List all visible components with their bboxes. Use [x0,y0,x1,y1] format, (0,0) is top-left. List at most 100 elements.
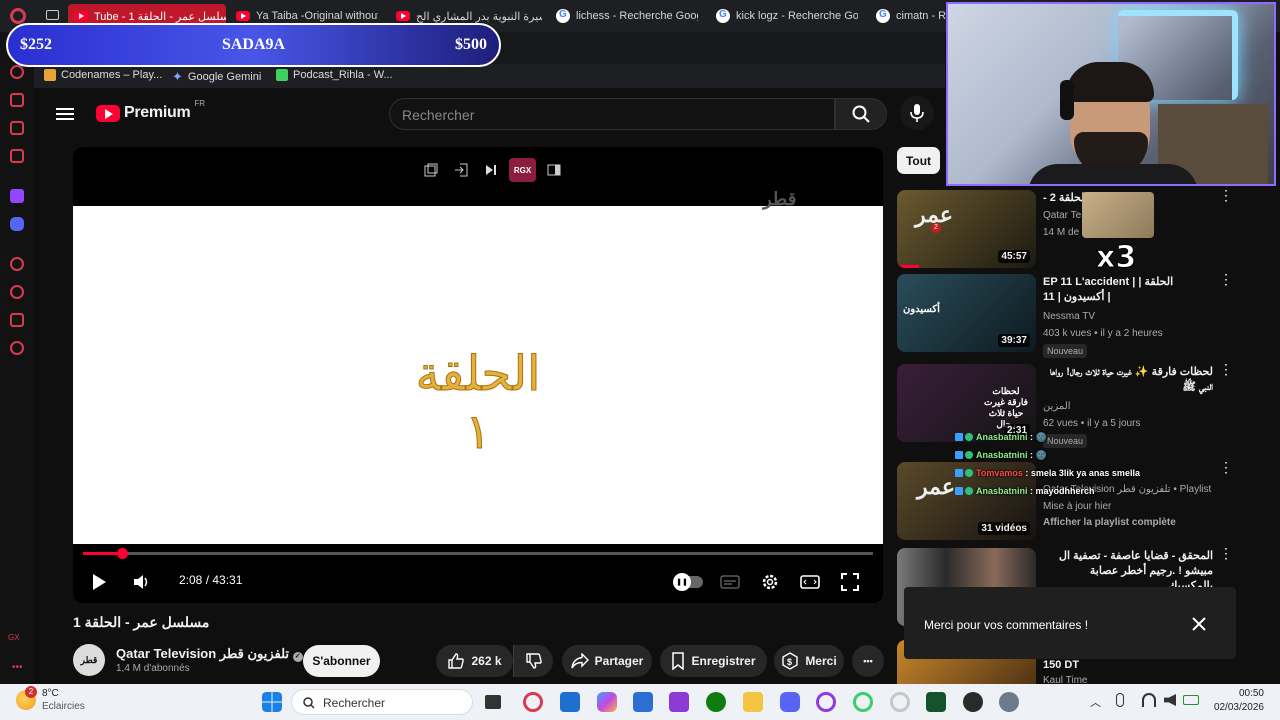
opera-taskbar-icon[interactable] [816,692,836,712]
search-icon [303,697,315,709]
exit-icon[interactable] [449,158,473,182]
tray-chevron-icon[interactable]: ︿ [1090,694,1101,710]
voice-search-button[interactable] [900,96,934,130]
discord-taskbar-icon[interactable] [780,692,800,712]
skip-icon[interactable] [479,158,503,182]
opera-gx-taskbar-icon[interactable] [523,692,543,712]
gear-icon [762,574,778,590]
bookmark-gemini[interactable]: ✦ Google Gemini [172,69,261,85]
obs-icon[interactable] [963,692,983,712]
subscribe-button[interactable]: S'abonner [303,645,380,677]
volume-button[interactable] [129,570,153,594]
discord-icon[interactable] [10,217,24,231]
volume-tray-icon[interactable] [1164,694,1176,706]
sidebar-player-icon[interactable] [10,257,24,271]
verified-icon: ✓ [292,652,303,662]
file-explorer-icon[interactable] [743,692,763,712]
settings-icon[interactable] [10,341,24,355]
twitch-icon[interactable] [10,189,24,203]
store-icon[interactable] [633,692,653,712]
sidebar-gx-control-icon[interactable] [10,93,24,107]
video-thumbnail[interactable]: لحظات فارقة غيرت حياة ثلاث رجال 2:31 [897,364,1036,442]
opera-gray-icon[interactable] [890,692,910,712]
sidebar-gx-corner-icon[interactable] [10,121,24,135]
search-input[interactable]: Rechercher [389,98,835,130]
settings-button[interactable] [758,570,782,594]
sidebar-more-icon[interactable]: ••• [12,662,23,673]
settings-taskbar-icon[interactable] [999,692,1019,712]
sidebar-messenger-icon[interactable] [10,149,24,163]
vpn-icon[interactable] [669,692,689,712]
volume-icon [134,575,148,589]
play-button[interactable] [87,570,111,594]
opera-green-icon[interactable] [853,692,873,712]
stream-goal-bar: $252 SADA9A $500 [6,23,501,67]
feedback-toast: Merci pour vos commentaires ! [904,587,1236,659]
save-button[interactable]: Enregistrer [660,645,767,677]
autoplay-toggle[interactable]: ❚❚ [671,570,705,594]
tab-label: lichess - Recherche Goog [576,10,698,22]
video-thumbnail[interactable]: عمر 2 45:57 [897,190,1036,268]
opera-logo-icon[interactable] [10,8,26,24]
search-button[interactable] [835,98,887,130]
xbox-icon[interactable] [706,692,726,712]
thanks-button[interactable]: $ Merci [774,645,844,677]
tab-manager-icon[interactable] [46,10,59,20]
share-button[interactable]: Partager [562,645,652,677]
channel-name[interactable]: Qatar Television تلفزيون قطر ✓ [116,646,303,662]
photos-icon[interactable] [560,692,580,712]
opera-gx-label: GX [8,633,20,642]
video-thumbnail[interactable]: أكسيدون 39:37 [897,274,1036,352]
close-toast-button[interactable] [1190,615,1208,633]
wifi-icon[interactable] [1142,693,1156,707]
progress-bar[interactable] [83,548,873,559]
dislike-button[interactable] [513,645,553,677]
taskbar-search[interactable]: Rechercher [291,689,473,715]
bookmark-codenames[interactable]: Codenames – Play... [44,69,162,81]
view-full-playlist-link[interactable]: Afficher la playlist complète [1043,517,1176,528]
popout-icon[interactable] [419,158,443,182]
terminal-icon[interactable] [926,692,946,712]
more-options-icon[interactable]: ⋮ [1219,188,1233,202]
progress-scrubber[interactable] [116,548,128,559]
recommendation-item[interactable]: أكسيدون 39:37 EP 11 L'accident | الحلقة … [897,272,1280,358]
copilot-icon[interactable] [597,692,617,712]
more-options-icon[interactable]: ⋮ [1219,362,1233,376]
windows-start-icon[interactable] [262,692,282,712]
like-button[interactable]: 262 k [436,645,513,677]
youtube-premium-logo[interactable]: Premium FR [96,99,205,122]
codenames-icon [44,69,56,81]
more-options-icon[interactable]: ⋮ [1219,546,1233,560]
more-options-icon[interactable]: ⋮ [1219,272,1233,286]
task-view-icon[interactable] [485,695,501,709]
sidebar-reload-icon[interactable] [10,65,24,79]
channel-name: Qatar Te [1043,210,1082,221]
tab-cimatn-search[interactable]: cimatn - Re [876,4,946,28]
weather-widget[interactable]: 2 8°C Eclaircies [16,686,85,713]
rgx-button[interactable]: RGX [509,158,536,182]
channel-avatar[interactable]: قطر [73,644,105,676]
more-actions-button[interactable]: ••• [852,645,884,677]
save-label: Enregistrer [691,654,756,668]
chip-all[interactable]: Tout [897,147,940,174]
extensions-icon[interactable] [10,313,24,327]
video-frame[interactable]: الحلقة ١ [73,206,883,544]
video-title: لحظات فارقة ✨ غيرت حياة ثلاث رجال! رواها… [1049,366,1213,393]
taskbar-clock[interactable]: 00:50 02/03/2026 [1200,687,1264,715]
sidebar-icon[interactable] [542,158,566,182]
battery-icon[interactable] [1183,695,1199,705]
history-icon[interactable] [10,285,24,299]
video-player[interactable]: RGX الحلقة ١ قطر 2:08 / 43:31 ❚❚ [73,147,883,603]
subtitles-button[interactable] [718,570,742,594]
tab-label: kick logz - Recherche Goo [736,10,858,22]
fullscreen-button[interactable] [838,570,862,594]
episode-number: ١ [465,403,492,460]
chat-message: Anasbatnini : 🌚 [955,432,1047,443]
menu-icon[interactable] [56,105,74,121]
tab-lichess-search[interactable]: lichess - Recherche Goog [556,4,698,28]
bookmark-podcast-rihla[interactable]: Podcast_Rihla - W... [276,69,393,81]
more-options-icon[interactable]: ⋮ [1219,460,1233,474]
microphone-tray-icon[interactable] [1116,693,1124,707]
tab-kick-search[interactable]: kick logz - Recherche Goo [716,4,858,28]
theater-mode-button[interactable] [798,570,822,594]
